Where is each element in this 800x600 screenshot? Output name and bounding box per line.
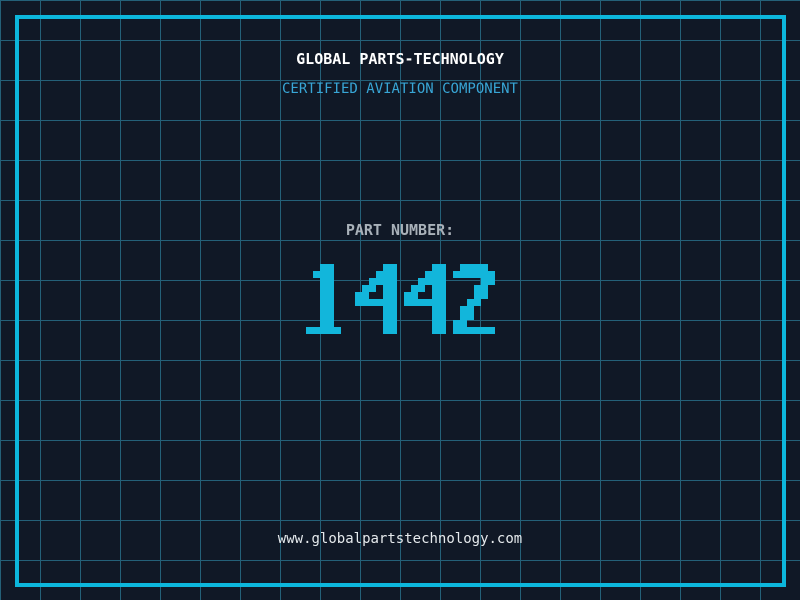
- certification-subtitle: CERTIFIED AVIATION COMPONENT: [0, 81, 800, 97]
- part-number-value: [0, 264, 800, 334]
- blueprint-canvas: { "theme": { "background": "#101826", "g…: [0, 0, 800, 600]
- part-number-label: PART NUMBER:: [0, 221, 800, 239]
- company-title: GLOBAL PARTS-TECHNOLOGY: [0, 50, 800, 68]
- website-url: www.globalpartstechnology.com: [0, 531, 800, 547]
